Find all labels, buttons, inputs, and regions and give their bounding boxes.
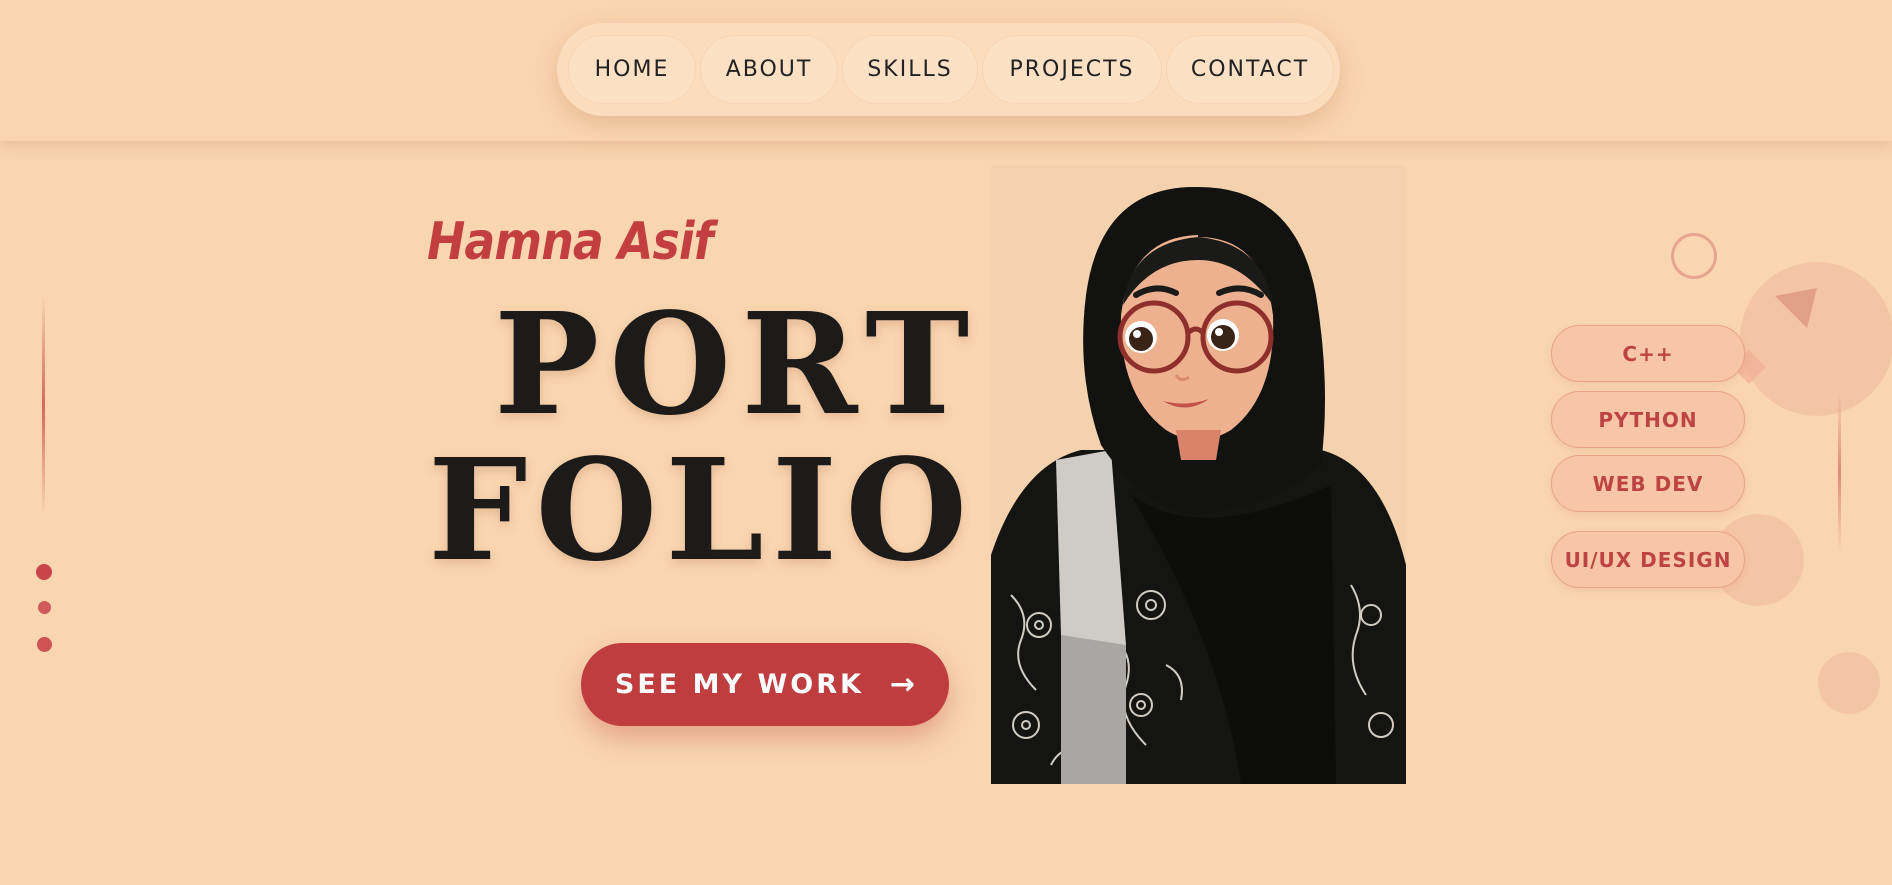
decorative-dot (36, 564, 52, 580)
decorative-dot (38, 601, 51, 614)
arrow-right-icon: → (889, 667, 916, 702)
decorative-line-left (42, 295, 45, 515)
nav-item-skills[interactable]: SKILLS (842, 35, 978, 104)
skill-chip-web-dev: WEB DEV (1551, 455, 1745, 512)
decorative-line-right (1838, 392, 1841, 552)
hero-title-line1: PORT (494, 283, 980, 447)
avatar-illustration-svg (991, 186, 1406, 784)
skill-chip-ui-ux-design: UI/UX DESIGN (1551, 531, 1745, 588)
nav-item-contact[interactable]: CONTACT (1166, 35, 1334, 104)
see-my-work-button[interactable]: SEE MY WORK → (581, 643, 949, 726)
decorative-circle (1818, 652, 1880, 714)
decorative-triangle-icon (1775, 288, 1817, 328)
nav-item-projects[interactable]: PROJECTS (982, 35, 1162, 104)
see-my-work-label: SEE MY WORK (614, 669, 864, 700)
top-bar: HOME ABOUT SKILLS PROJECTS CONTACT (0, 0, 1892, 141)
avatar-illustration (991, 165, 1406, 784)
hero-title-line2: FOLIO (428, 429, 976, 593)
decorative-ring (1671, 233, 1717, 279)
skill-chip-python: PYTHON (1551, 391, 1745, 448)
main-nav: HOME ABOUT SKILLS PROJECTS CONTACT (557, 23, 1340, 116)
skill-chip-cpp: C++ (1551, 325, 1745, 382)
hero-name: Hamna Asif (427, 212, 714, 272)
nav-item-home[interactable]: HOME (568, 35, 696, 104)
nav-item-about[interactable]: ABOUT (700, 35, 838, 104)
decorative-dot (37, 637, 52, 652)
